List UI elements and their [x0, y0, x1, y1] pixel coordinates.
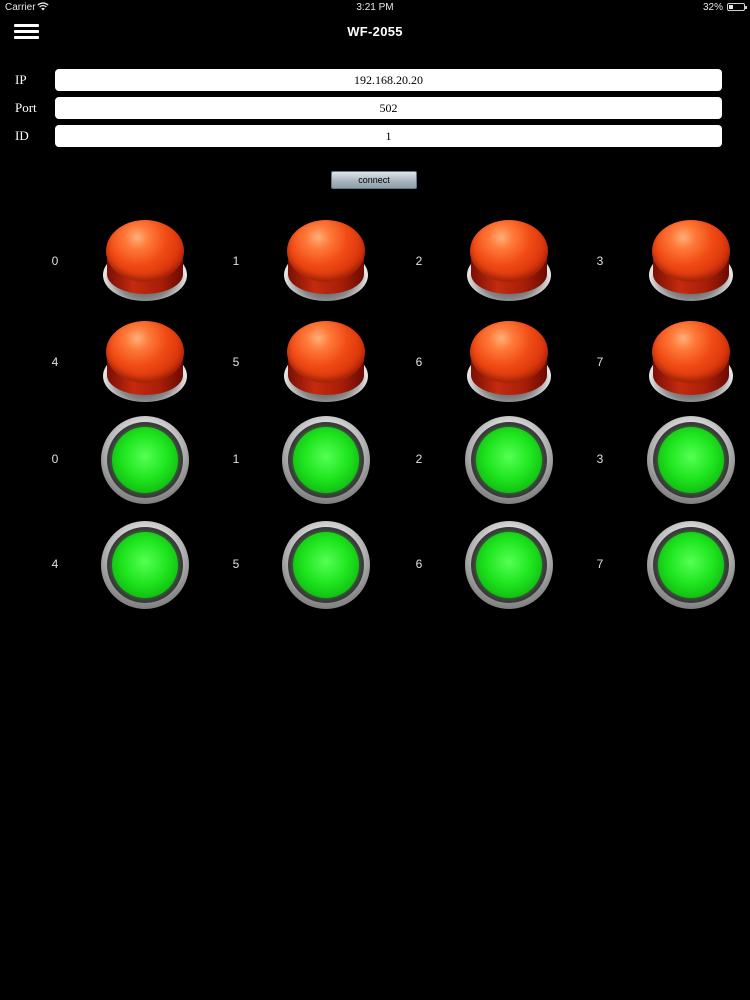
output-label-0: 0	[51, 254, 59, 268]
battery-percent: 32%	[702, 2, 723, 13]
id-label: ID	[15, 128, 29, 143]
battery-icon	[727, 3, 747, 11]
input-lamp-5	[282, 521, 370, 609]
output-label-4: 4	[51, 355, 59, 369]
input-label-0: 0	[51, 452, 59, 466]
output-button-6[interactable]	[466, 321, 552, 407]
id-row: ID	[0, 125, 750, 147]
status-bar: Carrier 3:21 PM 32%	[0, 0, 750, 14]
output-button-5[interactable]	[283, 321, 369, 407]
page-title: WF-2055	[347, 24, 403, 39]
output-label-7: 7	[596, 355, 604, 369]
input-lamp-6	[465, 521, 553, 609]
port-label: Port	[15, 100, 37, 115]
output-button-0[interactable]	[102, 220, 188, 306]
output-label-2: 2	[415, 254, 423, 268]
port-row: Port	[0, 97, 750, 119]
clock: 3:21 PM	[356, 2, 394, 13]
input-label-2: 2	[415, 452, 423, 466]
input-label-7: 7	[596, 557, 604, 571]
output-label-5: 5	[232, 355, 240, 369]
output-label-6: 6	[415, 355, 423, 369]
input-lamp-2	[465, 416, 553, 504]
output-button-3[interactable]	[648, 220, 734, 306]
input-lamp-0	[101, 416, 189, 504]
output-button-7[interactable]	[648, 321, 734, 407]
port-field[interactable]	[55, 97, 722, 119]
input-label-6: 6	[415, 557, 423, 571]
ip-row: IP	[0, 69, 750, 91]
input-label-1: 1	[232, 452, 240, 466]
id-field[interactable]	[55, 125, 722, 147]
ip-label: IP	[15, 72, 27, 87]
connect-button[interactable]: connect	[331, 171, 417, 189]
input-lamp-3	[647, 416, 735, 504]
ip-field[interactable]	[55, 69, 722, 91]
input-lamp-1	[282, 416, 370, 504]
input-label-4: 4	[51, 557, 59, 571]
input-label-5: 5	[232, 557, 240, 571]
input-label-3: 3	[596, 452, 604, 466]
output-button-2[interactable]	[466, 220, 552, 306]
input-lamp-4	[101, 521, 189, 609]
navigation-bar: WF-2055	[0, 14, 750, 50]
input-lamp-7	[647, 521, 735, 609]
output-label-3: 3	[596, 254, 604, 268]
output-label-1: 1	[232, 254, 240, 268]
output-button-4[interactable]	[102, 321, 188, 407]
output-button-1[interactable]	[283, 220, 369, 306]
